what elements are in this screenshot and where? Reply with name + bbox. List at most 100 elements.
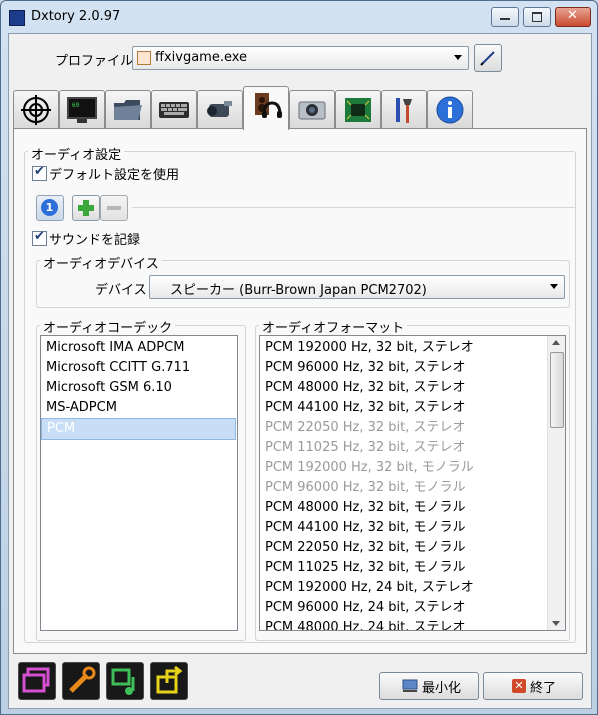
list-item[interactable]: PCM 192000 Hz, 24 bit, ステレオ (260, 578, 474, 598)
export-icon (156, 665, 183, 694)
tab-info[interactable] (427, 90, 473, 129)
tab-audio[interactable] (243, 86, 289, 130)
exe-file-icon (137, 51, 151, 65)
tab-advanced[interactable] (335, 90, 381, 129)
app-icon (9, 10, 25, 26)
minimize-window-button[interactable] (491, 7, 519, 27)
profile-select[interactable]: ffxivgame.exe (132, 46, 469, 70)
list-item[interactable]: Microsoft GSM 6.10 (41, 378, 236, 398)
tab-target[interactable] (13, 90, 59, 129)
tab-folder[interactable] (105, 90, 151, 129)
list-item-selected[interactable]: PCM (41, 418, 236, 440)
wrench-icon (69, 666, 96, 693)
chevron-down-icon (550, 284, 558, 289)
minimize-app-icon (402, 679, 418, 692)
record-sound-label: サウンドを記録 (49, 233, 141, 248)
use-default-label: デフォルト設定を使用 (49, 168, 180, 183)
list-item[interactable]: PCM 96000 Hz, 32 bit, モノラル (260, 478, 466, 498)
format-list[interactable]: PCM 192000 Hz, 32 bit, ステレオ PCM 96000 Hz… (259, 335, 566, 631)
list-item[interactable]: PCM 48000 Hz, 24 bit, ステレオ (260, 618, 466, 630)
record-sound-checkbox[interactable]: ✔ (32, 229, 47, 246)
tools-icon (396, 98, 412, 123)
close-icon: ✕ (567, 8, 578, 23)
profile-label: プロファイル (55, 54, 134, 69)
chip-icon (345, 98, 371, 122)
format-scrollbar[interactable] (547, 336, 565, 630)
scrollbar-thumb[interactable] (550, 352, 564, 428)
check-icon: ✔ (34, 164, 45, 179)
info-icon (436, 96, 464, 124)
list-item[interactable]: PCM 11025 Hz, 32 bit, モノラル (260, 558, 466, 578)
list-item[interactable]: PCM 192000 Hz, 32 bit, ステレオ (260, 338, 474, 358)
divider (132, 207, 576, 208)
stream-number: 1 (41, 199, 58, 216)
exit-label: 終了 (530, 681, 557, 696)
client-area: プロファイル ffxivgame.exe 69 オーディオ設定 ✔ デフォルト設… (8, 33, 592, 709)
exit-icon: ✕ (512, 679, 526, 693)
close-window-button[interactable]: ✕ (555, 7, 591, 27)
tab-tools[interactable] (381, 90, 427, 129)
keyboard-icon (159, 102, 189, 118)
list-item[interactable]: PCM 22050 Hz, 32 bit, ステレオ (260, 418, 466, 438)
camcorder-icon (207, 101, 232, 117)
device-label: デバイス (95, 283, 147, 298)
device-value: スピーカー (Burr-Brown Japan PCM2702) (170, 283, 427, 298)
minus-icon (107, 206, 121, 210)
profile-value: ffxivgame.exe (155, 50, 248, 65)
format-title: オーディオフォーマット (259, 317, 408, 336)
list-item[interactable]: Microsoft IMA ADPCM (41, 338, 236, 358)
list-item[interactable]: PCM 96000 Hz, 32 bit, ステレオ (260, 358, 466, 378)
camera-icon (298, 101, 326, 120)
layers-icon (22, 667, 50, 693)
list-item[interactable]: PCM 48000 Hz, 32 bit, ステレオ (260, 378, 466, 398)
title-bar: Dxtory 2.0.97 ✕ (1, 1, 597, 33)
folder-icon (114, 100, 142, 120)
check-icon: ✔ (34, 229, 45, 244)
monitor-icon: 69 (67, 97, 97, 123)
pen-icon (480, 51, 495, 66)
codec-title: オーディオコーデック (40, 317, 176, 336)
tab-video[interactable]: 69 (59, 90, 105, 129)
audio-settings-panel: オーディオ設定 ✔ デフォルト設定を使用 1 ✔ サウンドを記録 オーディオデバ… (13, 128, 587, 654)
list-item[interactable]: PCM 96000 Hz, 24 bit, ステレオ (260, 598, 466, 618)
list-item[interactable]: PCM 48000 Hz, 32 bit, モノラル (260, 498, 466, 518)
window-title: Dxtory 2.0.97 (31, 9, 121, 24)
minimize-button[interactable]: 最小化 (379, 672, 479, 700)
music-icon (111, 668, 135, 695)
audio-monitor-button[interactable] (106, 662, 144, 700)
svg-text:69: 69 (72, 102, 80, 109)
stream-1-button[interactable]: 1 (36, 195, 64, 221)
codec-list[interactable]: Microsoft IMA ADPCM Microsoft CCITT G.71… (40, 335, 238, 631)
plus-icon (78, 200, 94, 216)
audio-icon (255, 93, 282, 118)
remove-stream-button[interactable] (100, 195, 128, 221)
tab-strip: 69 (13, 86, 587, 130)
list-item[interactable]: PCM 44100 Hz, 32 bit, モノラル (260, 518, 466, 538)
audio-device-title: オーディオデバイス (40, 253, 162, 272)
app-window: Dxtory 2.0.97 ✕ プロファイル ffxivgame.exe 69 (0, 0, 598, 715)
tab-hotkey[interactable] (151, 90, 197, 129)
edit-profile-button[interactable] (474, 44, 502, 72)
maximize-window-button[interactable] (523, 7, 551, 27)
list-item[interactable]: Microsoft CCITT G.711 (41, 358, 236, 378)
scroll-up-icon[interactable] (552, 340, 560, 345)
list-item[interactable]: PCM 44100 Hz, 32 bit, ステレオ (260, 398, 466, 418)
list-item[interactable]: PCM 192000 Hz, 32 bit, モノラル (260, 458, 474, 478)
list-item[interactable]: MS-ADPCM (41, 398, 236, 418)
add-stream-button[interactable] (72, 195, 100, 221)
list-item[interactable]: PCM 22050 Hz, 32 bit, モノラル (260, 538, 466, 558)
exit-button[interactable]: ✕ 終了 (483, 672, 583, 700)
scroll-down-icon[interactable] (552, 621, 560, 626)
chevron-down-icon (454, 55, 462, 60)
use-default-checkbox[interactable]: ✔ (32, 164, 47, 181)
export-button[interactable] (150, 662, 188, 700)
minimize-label: 最小化 (422, 681, 462, 696)
settings-button[interactable] (62, 662, 100, 700)
tab-screenshot[interactable] (289, 90, 335, 129)
target-icon (21, 95, 51, 125)
tab-movie[interactable] (197, 90, 243, 129)
list-item[interactable]: PCM 11025 Hz, 32 bit, ステレオ (260, 438, 466, 458)
overlay-button[interactable] (18, 662, 56, 700)
audio-settings-title: オーディオ設定 (28, 144, 125, 163)
device-select[interactable]: スピーカー (Burr-Brown Japan PCM2702) (149, 275, 565, 299)
